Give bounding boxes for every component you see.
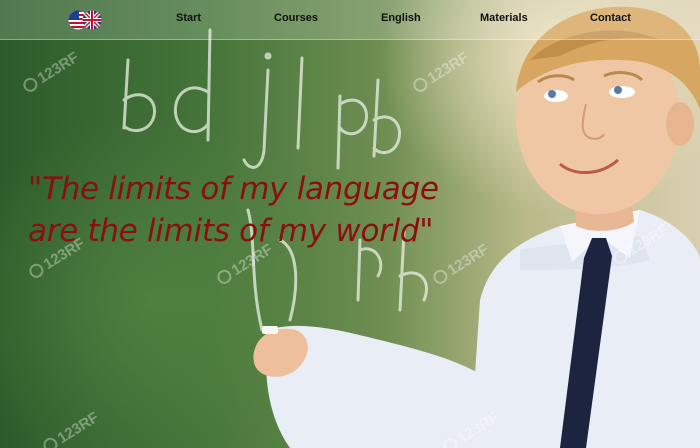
nav-materials[interactable]: Materials [480, 12, 528, 24]
nav-english[interactable]: English [381, 12, 421, 24]
top-navigation: Start Courses English Materials Contact [0, 0, 700, 40]
nav-contact[interactable]: Contact [590, 12, 631, 24]
us-uk-flag-icon[interactable] [68, 10, 102, 35]
quote-line-2: are the limits of my world" [28, 213, 434, 249]
nav-start[interactable]: Start [176, 12, 201, 24]
hero-banner: 123RF 123RF 123RF 123RF 123RF 123RF 123R… [0, 0, 700, 448]
nav-courses[interactable]: Courses [274, 12, 318, 24]
quote-line-1: "The limits of my language [28, 171, 439, 207]
hero-quote: "The limits of my language are the limit… [28, 168, 498, 252]
